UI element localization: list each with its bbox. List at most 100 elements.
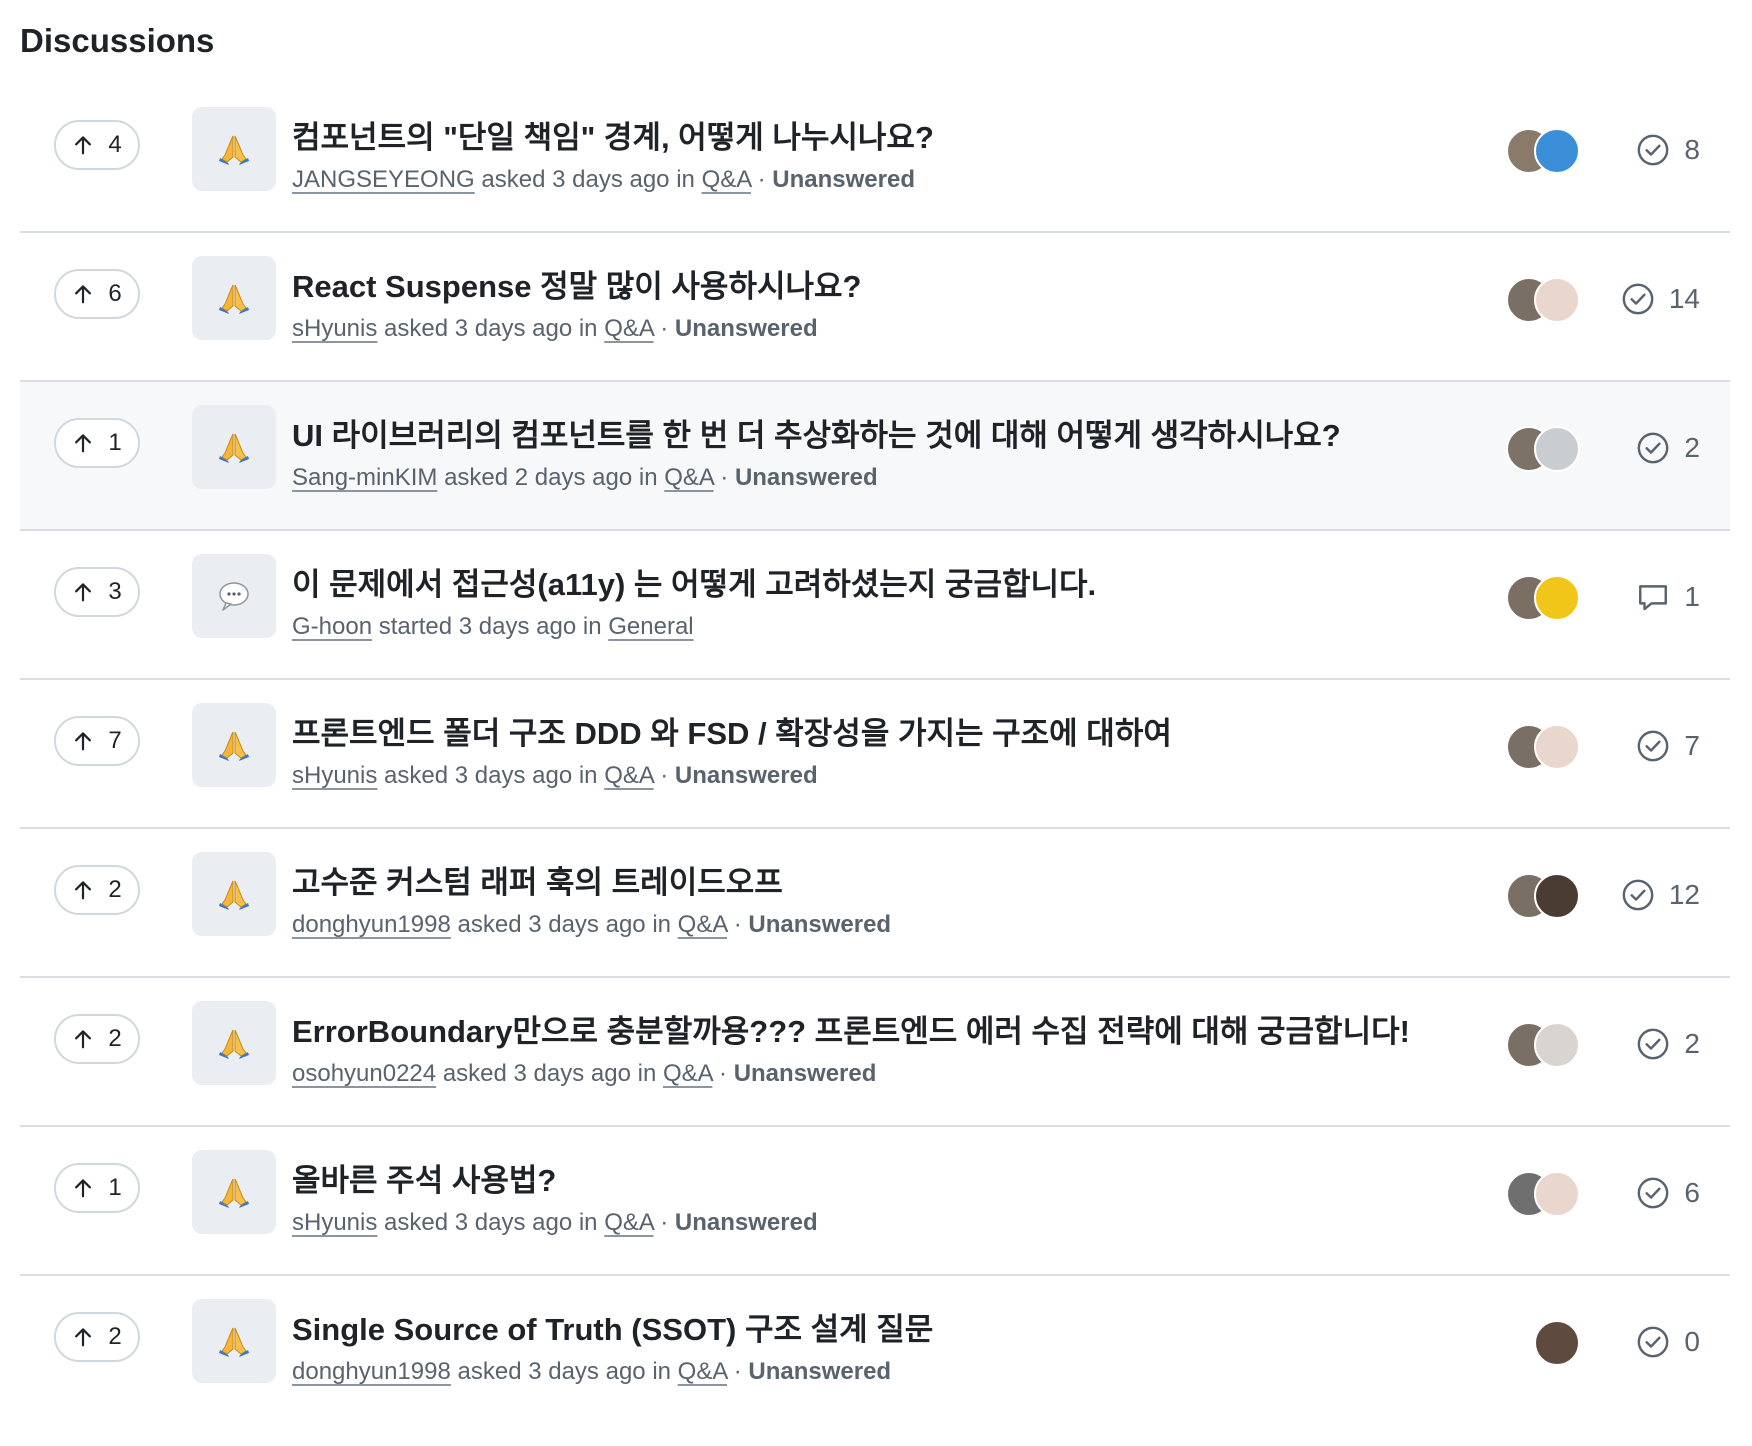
meta-separator: · <box>660 315 669 342</box>
participant-avatar[interactable] <box>1534 128 1580 174</box>
upvote-button[interactable]: 4 <box>54 120 140 170</box>
status-label: Unanswered <box>674 315 818 342</box>
participant-avatar[interactable] <box>1534 277 1580 323</box>
author-link[interactable]: donghyun1998 <box>292 911 451 938</box>
meta-time: 2 days ago <box>514 464 633 491</box>
participant-avatar[interactable] <box>1534 1022 1580 1068</box>
discussion-row[interactable]: 2 ErrorBoundary만으로 충분할까용??? 프론트엔드 에러 수집 전… <box>20 978 1730 1127</box>
comment-count-link[interactable]: 1 <box>1636 575 1700 619</box>
discussion-title[interactable]: React Suspense 정말 많이 사용하시나요? <box>292 261 861 306</box>
author-link[interactable]: sHyunis <box>292 1209 377 1236</box>
category-link[interactable]: Q&A <box>664 464 713 491</box>
praying-hands-icon <box>219 880 249 910</box>
answered-check-icon <box>1638 432 1669 464</box>
category-link[interactable]: Q&A <box>678 911 727 938</box>
discussion-list: 4 컴포넌트의 "단일 책임" 경계, 어떻게 나누시나요? JANGSEYEONG… <box>20 84 1730 1425</box>
category-link[interactable]: Q&A <box>702 166 751 193</box>
status-label: Unanswered <box>734 464 878 491</box>
comment-count: 6 <box>1684 1177 1700 1208</box>
author-link[interactable]: JANGSEYEONG <box>292 166 475 193</box>
participant-avatars <box>1534 1320 1580 1366</box>
upvote-button[interactable]: 7 <box>54 716 140 766</box>
comment-count: 7 <box>1684 730 1700 761</box>
arrow-up-icon <box>75 583 92 602</box>
participant-avatar[interactable] <box>1534 1171 1580 1217</box>
author-link[interactable]: G-hoon <box>292 613 372 640</box>
comment-count-link[interactable]: 7 <box>1636 724 1700 768</box>
upvote-count: 1 <box>108 1174 122 1201</box>
discussion-row[interactable]: 6 React Suspense 정말 많이 사용하시나요? sHyunis ask… <box>20 233 1730 382</box>
discussion-title[interactable]: 고수준 커스텀 래퍼 훅의 트레이드오프 <box>292 857 783 902</box>
discussion-title[interactable]: 이 문제에서 접근성(a11y) 는 어떻게 고려하셨는지 궁금합니다. <box>292 559 1096 604</box>
praying-hands-icon <box>219 731 249 761</box>
upvote-button[interactable]: 2 <box>54 1014 140 1064</box>
author-link[interactable]: sHyunis <box>292 315 377 342</box>
discussion-title[interactable]: ErrorBoundary만으로 충분할까용??? 프론트엔드 에러 수집 전략… <box>292 1006 1410 1051</box>
praying-hands-icon <box>219 1178 249 1208</box>
discussion-row[interactable]: 3 이 문제에서 접근성(a11y) 는 어떻게 고려하셨는지 궁금합니다. G-h… <box>20 531 1730 680</box>
category-link[interactable]: Q&A <box>678 1358 727 1385</box>
category-link[interactable]: Q&A <box>604 1209 653 1236</box>
author-link[interactable]: Sang-minKIM <box>292 464 437 491</box>
category-link[interactable]: Q&A <box>604 315 653 342</box>
comment-count-link[interactable]: 2 <box>1636 1022 1700 1066</box>
comment-count-link[interactable]: 2 <box>1636 426 1700 470</box>
category-emoji-tile <box>192 1001 276 1085</box>
meta-time: 3 days ago <box>552 166 670 193</box>
author-link[interactable]: donghyun1998 <box>292 1358 451 1385</box>
category-link[interactable]: Q&A <box>604 762 653 789</box>
comment-count-link[interactable]: 8 <box>1636 128 1700 172</box>
upvote-count: 7 <box>108 727 122 754</box>
arrow-up-icon <box>75 285 92 304</box>
discussion-row[interactable]: 7 프론트엔드 폴더 구조 DDD 와 FSD / 확장성을 가지는 구조에 대하… <box>20 680 1730 829</box>
arrow-up-icon <box>75 136 92 155</box>
participant-avatar[interactable] <box>1534 575 1580 621</box>
upvote-button[interactable]: 3 <box>54 567 140 617</box>
discussion-row[interactable]: 1 UI 라이브러리의 컴포넌트를 한 번 더 추상화하는 것에 대해 어떻게 생… <box>20 382 1730 531</box>
participant-avatar[interactable] <box>1534 426 1580 472</box>
discussion-row[interactable]: 4 컴포넌트의 "단일 책임" 경계, 어떻게 나누시나요? JANGSEYEONG… <box>20 84 1730 233</box>
discussion-row[interactable]: 1 올바른 주석 사용법? sHyunis asked 3 days ago in … <box>20 1127 1730 1276</box>
upvote-button[interactable]: 2 <box>54 865 140 915</box>
category-emoji-tile <box>192 256 276 340</box>
discussion-row[interactable]: 2 Single Source of Truth (SSOT) 구조 설계 질문 d… <box>20 1276 1730 1425</box>
answered-check-icon <box>1622 879 1654 911</box>
comment-count-link[interactable]: 6 <box>1636 1171 1700 1215</box>
discussion-title[interactable]: 올바른 주석 사용법? <box>292 1155 556 1200</box>
upvote-button[interactable]: 1 <box>54 1163 140 1213</box>
discussion-title[interactable]: UI 라이브러리의 컴포넌트를 한 번 더 추상화하는 것에 대해 어떻게 생각… <box>292 410 1341 455</box>
meta-time: 3 days ago <box>454 315 573 342</box>
comment-count-link[interactable]: 0 <box>1636 1320 1700 1364</box>
comment-count: 1 <box>1684 581 1700 612</box>
discussion-meta: osohyun0224 asked 3 days ago in Q&A · Un… <box>292 1060 876 1088</box>
participant-avatar[interactable] <box>1534 1320 1580 1366</box>
discussion-meta: sHyunis asked 3 days ago in Q&A · Unansw… <box>292 762 818 790</box>
meta-separator: · <box>660 762 669 789</box>
upvote-count: 2 <box>108 1323 122 1350</box>
upvote-button[interactable]: 6 <box>54 269 140 319</box>
meta-in: in <box>637 1060 657 1087</box>
participant-avatars <box>1506 426 1580 472</box>
discussion-row[interactable]: 2 고수준 커스텀 래퍼 훅의 트레이드오프 donghyun1998 asked … <box>20 829 1730 978</box>
status-label: Unanswered <box>674 1209 818 1236</box>
comment-count-link[interactable]: 12 <box>1621 873 1700 917</box>
category-emoji-tile <box>192 703 276 787</box>
author-link[interactable]: osohyun0224 <box>292 1060 436 1087</box>
meta-in: in <box>652 1358 671 1385</box>
category-link[interactable]: Q&A <box>663 1060 712 1087</box>
meta-time: 3 days ago <box>528 911 646 938</box>
discussion-title[interactable]: 프론트엔드 폴더 구조 DDD 와 FSD / 확장성을 가지는 구조에 대하여 <box>292 708 1172 753</box>
participant-avatar[interactable] <box>1534 873 1580 919</box>
discussion-title[interactable]: Single Source of Truth (SSOT) 구조 설계 질문 <box>292 1304 933 1349</box>
participant-avatars <box>1506 1022 1580 1068</box>
participant-avatars <box>1506 575 1580 621</box>
comment-count-link[interactable]: 14 <box>1621 277 1700 321</box>
category-link[interactable]: General <box>608 613 693 640</box>
meta-in: in <box>578 1209 598 1236</box>
participant-avatar[interactable] <box>1534 724 1580 770</box>
meta-in: in <box>578 762 598 789</box>
discussion-title[interactable]: 컴포넌트의 "단일 책임" 경계, 어떻게 나누시나요? <box>292 112 934 157</box>
upvote-button[interactable]: 2 <box>54 1312 140 1362</box>
upvote-button[interactable]: 1 <box>54 418 140 468</box>
author-link[interactable]: sHyunis <box>292 762 377 789</box>
